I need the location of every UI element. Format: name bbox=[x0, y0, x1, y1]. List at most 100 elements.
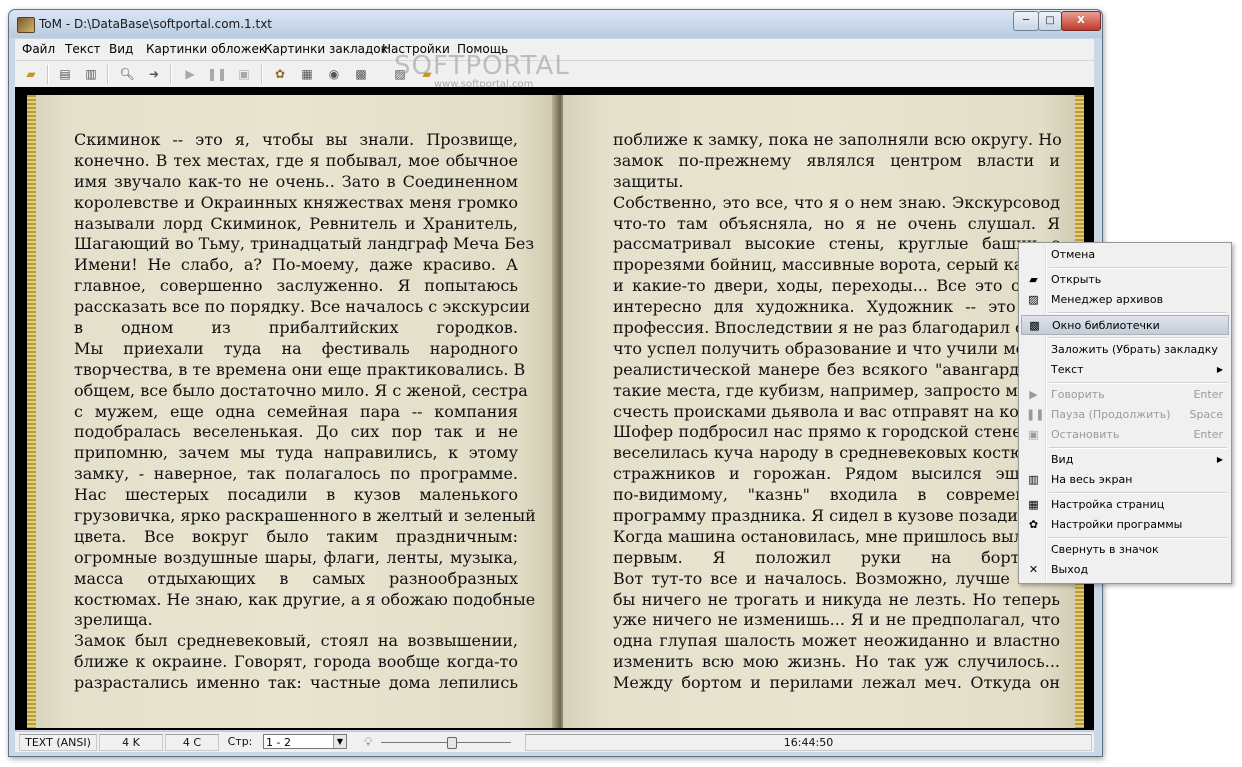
play-icon[interactable]: ▶ bbox=[182, 66, 198, 82]
text-line: творчества, в те времена они еще практик… bbox=[74, 359, 526, 379]
shortcut-label: Enter bbox=[1193, 388, 1223, 401]
pause-icon[interactable]: ❚❚ bbox=[207, 66, 227, 82]
context-menu-item[interactable]: Отмена bbox=[1021, 245, 1229, 265]
text-line: первым. Я положил руки на борт и bbox=[613, 547, 1060, 567]
context-menu-item[interactable]: Текст ▶ bbox=[1021, 360, 1229, 380]
minimize-button[interactable]: ─ bbox=[1013, 11, 1039, 31]
text-line: реалистической манере без всякого "аванг… bbox=[613, 359, 1060, 379]
text-line: замку, - наверное, так полагалось по про… bbox=[74, 464, 518, 484]
context-menu-item[interactable]: Свернуть в значок bbox=[1021, 540, 1229, 560]
context-menu-item[interactable]: ❚❚ Пауза (Продолжить) Space bbox=[1021, 405, 1229, 425]
text-line: Замок был средневековый, стоял на возвыш… bbox=[74, 631, 518, 651]
right-page[interactable]: поближе к замку, пока не заполняли всю о… bbox=[563, 95, 1084, 728]
title-bar[interactable]: ToM - D:\DataBase\softportal.com.1.txt ─… bbox=[9, 10, 1102, 38]
context-menu-item[interactable]: Заложить (Убрать) закладку bbox=[1021, 340, 1229, 360]
page-setup-icon[interactable]: ▦ bbox=[299, 66, 315, 82]
volume-slider[interactable] bbox=[381, 742, 511, 743]
context-menu-item[interactable]: ▩ Окно библиотечки bbox=[1021, 315, 1229, 335]
context-menu-item-label: Говорить bbox=[1051, 388, 1105, 401]
context-menu-item[interactable]: ▥ На весь экран bbox=[1021, 470, 1229, 490]
text-line: изменить всю мою жизнь. Но так уж случил… bbox=[613, 652, 1060, 672]
context-menu-item[interactable]: ▦ Настройка страниц bbox=[1021, 495, 1229, 515]
page-edge-decoration bbox=[27, 95, 36, 728]
text-line: что успел получить образование и что учи… bbox=[613, 338, 1060, 358]
menu-view[interactable]: Вид bbox=[109, 42, 133, 56]
settings-icon[interactable]: ✿ bbox=[272, 66, 288, 82]
context-menu-item-label: Остановить bbox=[1051, 428, 1120, 441]
page-select[interactable]: 1 - 2 ▼ bbox=[263, 734, 347, 749]
library-icon[interactable]: ▩ bbox=[353, 66, 369, 82]
menu-separator bbox=[1049, 537, 1227, 539]
context-menu-item[interactable]: ▶ Говорить Enter bbox=[1021, 385, 1229, 405]
eye-icon[interactable]: ◉ bbox=[326, 66, 342, 82]
menu-cover-images[interactable]: Картинки обложек bbox=[146, 42, 266, 56]
text-line: Когда машина остановилась, мне пришлось … bbox=[613, 526, 1070, 546]
stop-icon[interactable]: ▣ bbox=[236, 66, 252, 82]
context-menu-item-label: Выход bbox=[1051, 563, 1089, 576]
close-button[interactable]: X bbox=[1061, 11, 1101, 31]
shortcut-label: Enter bbox=[1193, 428, 1223, 441]
context-menu-item[interactable]: ▣ Остановить Enter bbox=[1021, 425, 1229, 445]
volume-slider-thumb[interactable] bbox=[447, 737, 458, 749]
context-menu-item-label: Настройки программы bbox=[1051, 518, 1183, 531]
exit-icon: ✕ bbox=[1028, 563, 1039, 576]
stop-icon: ▣ bbox=[1028, 428, 1039, 441]
text-line: счесть происками дьявола и вас отправят … bbox=[613, 401, 1062, 421]
text-line: Нас шестерых посадили в кузов маленького bbox=[74, 485, 518, 505]
context-menu-item[interactable]: ▨ Менеджер архивов bbox=[1021, 290, 1229, 310]
menu-file[interactable]: Файл bbox=[22, 42, 55, 56]
context-menu-item[interactable]: ✕ Выход bbox=[1021, 560, 1229, 580]
text-line: грузовичка, ярко раскрашенного в желтый … bbox=[74, 506, 536, 526]
open-folder-icon[interactable]: ▰ bbox=[23, 66, 39, 82]
text-line: главное, совершенно заслуженно. Я попыта… bbox=[74, 276, 518, 296]
toolbar-separator bbox=[261, 65, 263, 84]
left-page[interactable]: Скиминок -- это я, чтобы вы знали. Прозв… bbox=[27, 95, 559, 728]
book-app-icon bbox=[17, 17, 35, 33]
page-icon[interactable]: ▤ bbox=[57, 66, 73, 82]
text-line: Собственно, это все, что я о нем знаю. Э… bbox=[613, 192, 1060, 212]
text-line: Между бортом и перилами лежал меч. Откуд… bbox=[613, 673, 1060, 693]
text-line: называли лорд Скиминок, Ревнитель и Хран… bbox=[74, 213, 518, 233]
text-line: разрастались именно так: частные дома ле… bbox=[74, 673, 518, 693]
goto-arrow-icon[interactable]: ➜ bbox=[146, 66, 162, 82]
page-setup-icon: ▦ bbox=[1028, 498, 1039, 511]
context-menu-item-label: Менеджер архивов bbox=[1051, 293, 1164, 306]
text-line: и какие-то двери, ходы, переходы... Все … bbox=[613, 276, 1060, 296]
text-line: интересно для художника. Художник -- это… bbox=[613, 297, 1060, 317]
menu-separator bbox=[1049, 312, 1227, 314]
context-menu-item-label: Свернуть в значок bbox=[1051, 543, 1159, 556]
search-icon[interactable]: 🔍︎ bbox=[119, 66, 135, 82]
text-line: огромные воздушные шары, флаги, ленты, м… bbox=[74, 547, 518, 567]
fullscreen-icon: ▥ bbox=[1028, 473, 1039, 486]
settings-icon: ✿ bbox=[1028, 518, 1039, 531]
context-menu-item-label: На весь экран bbox=[1051, 473, 1133, 486]
submenu-arrow-icon: ▶ bbox=[1216, 455, 1223, 464]
book-view[interactable]: Скиминок -- это я, чтобы вы знали. Прозв… bbox=[15, 87, 1094, 730]
text-line: стражников и горожан. Рядом высился эшаф… bbox=[613, 464, 1060, 484]
context-menu-item-label: Вид bbox=[1051, 453, 1074, 466]
submenu-arrow-icon: ▶ bbox=[1216, 365, 1223, 374]
text-line: рассказать все по порядку. Все началось … bbox=[74, 297, 531, 317]
text-line: Шофер подбросил нас прямо к городской ст… bbox=[613, 422, 1060, 442]
text-line: королевстве и Окраинных княжествах меня … bbox=[74, 192, 518, 212]
context-menu-item[interactable]: Вид ▶ bbox=[1021, 450, 1229, 470]
bookmark-page-icon[interactable]: ▥ bbox=[83, 66, 99, 82]
window-title: ToM - D:\DataBase\softportal.com.1.txt bbox=[39, 17, 273, 31]
context-menu-item-label: Окно библиотечки bbox=[1052, 319, 1160, 332]
open-folder-icon: ▰ bbox=[1029, 273, 1038, 286]
menu-separator bbox=[1049, 267, 1227, 269]
menu-text[interactable]: Текст bbox=[65, 42, 101, 56]
context-menu-item[interactable]: ▰ Открыть bbox=[1021, 270, 1229, 290]
text-line: припомню, зачем мы туда направились, к э… bbox=[74, 443, 518, 463]
chars-status: 4 C bbox=[165, 734, 219, 751]
text-line: общем, все было достаточно мило. Я с жен… bbox=[74, 380, 528, 400]
context-menu-item-label: Настройка страниц bbox=[1051, 498, 1165, 511]
text-line: имя звучало как-то не очень.. Зато в Сое… bbox=[74, 171, 518, 191]
menu-bookmark-images[interactable]: Картинки закладок bbox=[264, 42, 388, 56]
lightbulb-icon[interactable]: 💡︎ bbox=[364, 735, 372, 750]
chevron-down-icon[interactable]: ▼ bbox=[333, 735, 346, 748]
context-menu-item[interactable]: ✿ Настройки программы bbox=[1021, 515, 1229, 535]
text-line: профессия. Впоследствии я не раз благода… bbox=[613, 318, 1071, 338]
context-menu: Отмена ▰ Открыть ▨ Менеджер архивов ▩ Окно биб… bbox=[1018, 242, 1232, 584]
maximize-button[interactable]: □ bbox=[1038, 11, 1062, 31]
